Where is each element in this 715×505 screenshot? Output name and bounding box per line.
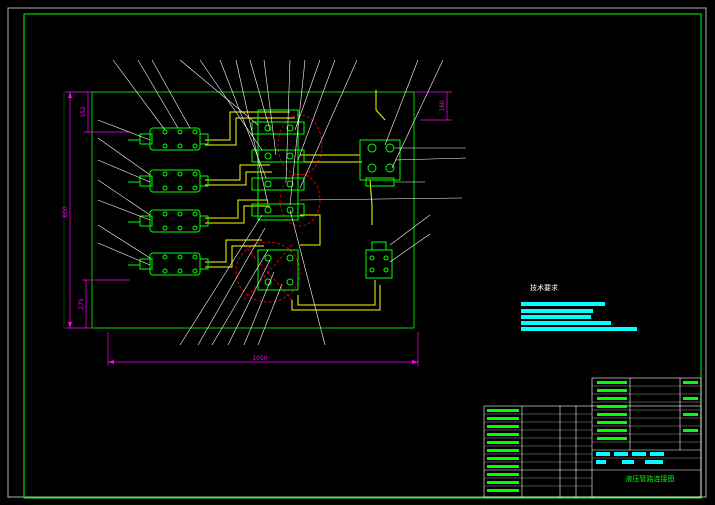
tech-req-lines <box>521 302 637 331</box>
dimension-overall-height: 800 <box>62 206 69 218</box>
dimension-top-left-offset: 152 <box>80 106 87 118</box>
drawing-title: 液压管路连接图 <box>626 474 675 483</box>
valve-unit-4 <box>139 252 209 276</box>
valve-unit-3 <box>139 209 209 233</box>
dimension-bottom-left-offset: 275 <box>78 298 85 310</box>
cad-drawing-canvas: 1050 800 152 160 275 技术要求 液压管路连接图 <box>7 7 707 499</box>
tech-req-heading: 技术要求 <box>530 283 558 292</box>
valve-right-upper <box>359 139 401 187</box>
valve-unit-1 <box>139 127 209 151</box>
hydraulic-pipes <box>205 90 386 311</box>
valve-right-lower <box>365 241 393 279</box>
dimension-top-right-offset: 160 <box>439 100 446 112</box>
dimension-arrows <box>68 92 418 364</box>
base-plate-outline <box>91 91 415 329</box>
dimension-lines <box>66 91 452 366</box>
valve-stack-left <box>128 127 209 276</box>
dimension-overall-width: 1050 <box>252 355 267 362</box>
leader-lines <box>97 59 467 346</box>
sheet-inner-frame <box>23 13 702 499</box>
hidden-parts-red <box>235 114 323 303</box>
valve-unit-2 <box>139 169 209 193</box>
